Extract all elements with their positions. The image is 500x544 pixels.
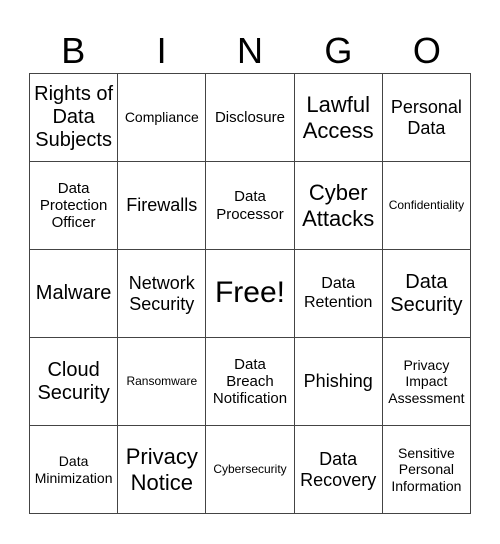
bingo-cell[interactable]: Lawful Access [294,74,383,162]
bingo-cell[interactable]: Privacy Notice [118,426,207,514]
bingo-cell[interactable]: Cybersecurity [206,426,295,514]
bingo-cell[interactable]: Personal Data [382,74,471,162]
bingo-cell[interactable]: Privacy Impact Assessment [382,338,471,426]
bingo-cell[interactable]: Compliance [118,74,207,162]
free-space-cell[interactable]: Free! [206,250,295,338]
bingo-cell[interactable]: Data Recovery [294,426,383,514]
header-letter-b: B [61,30,86,71]
bingo-cell[interactable]: Firewalls [118,162,207,250]
bingo-cell[interactable]: Data Retention [294,250,383,338]
header-letter-o: O [412,30,441,71]
bingo-cell[interactable]: Data Security [382,250,471,338]
bingo-cell[interactable]: Data Processor [206,162,295,250]
bingo-cell[interactable]: Rights of Data Subjects [30,74,119,162]
bingo-cell[interactable]: Confidentiality [382,162,471,250]
header-letter-g: G [324,30,353,71]
bingo-cell[interactable]: Disclosure [206,74,295,162]
bingo-cell[interactable]: Network Security [118,250,207,338]
bingo-cell[interactable]: Phishing [294,338,383,426]
bingo-cell[interactable]: Malware [30,250,119,338]
header-letter-i: I [156,30,167,71]
bingo-grid: Rights of Data Subjects Compliance Discl… [29,73,471,514]
bingo-cell[interactable]: Data Breach Notification [206,338,295,426]
bingo-cell[interactable]: Data Protection Officer [30,162,119,250]
bingo-cell[interactable]: Data Minimization [30,426,119,514]
bingo-cell[interactable]: Cloud Security [30,338,119,426]
header-letter-n: N [237,30,264,71]
bingo-cell[interactable]: Cyber Attacks [294,162,383,250]
bingo-cell[interactable]: Ransomware [118,338,207,426]
bingo-cell[interactable]: Sensitive Personal Information [382,426,471,514]
bingo-header: B I N G O [29,30,471,72]
